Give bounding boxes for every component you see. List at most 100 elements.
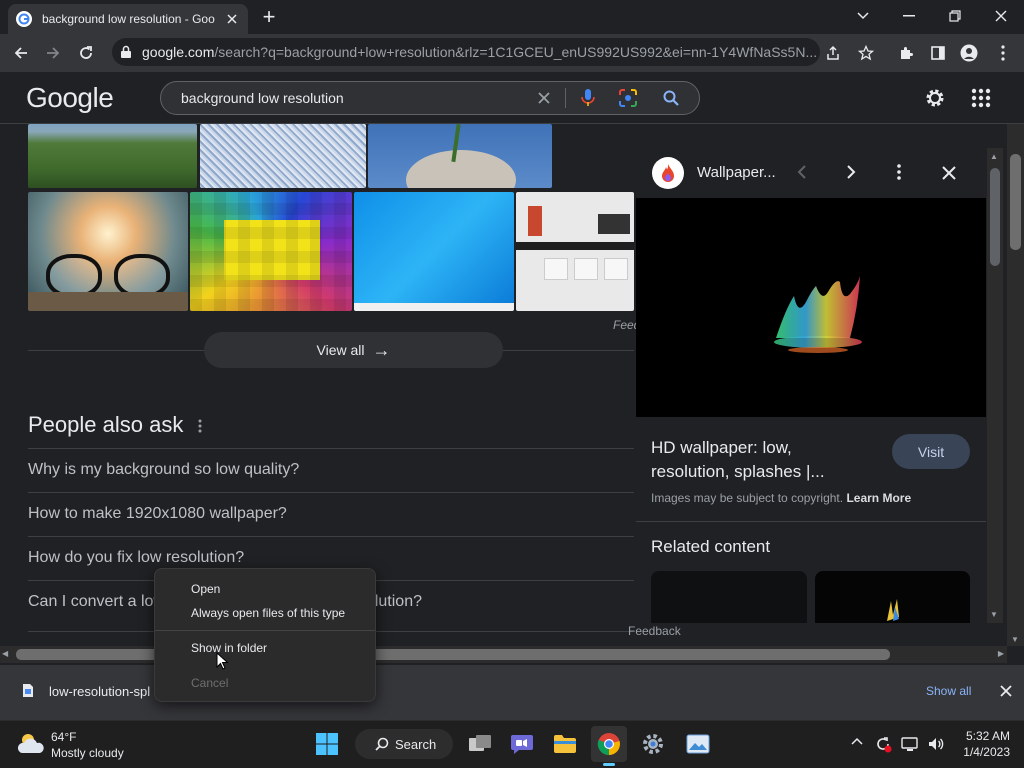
paa-question[interactable]: Why is my background so low quality? [28, 461, 299, 479]
tab-search-chevron-icon[interactable] [850, 6, 876, 26]
share-icon[interactable] [822, 42, 844, 64]
side-panel-icon[interactable] [927, 42, 949, 64]
clear-search-icon[interactable] [536, 90, 552, 106]
forward-arrow-icon[interactable] [42, 42, 64, 64]
preview-title[interactable]: HD wallpaper: low, resolution, splashes … [651, 436, 825, 484]
taskbar-clock[interactable]: 5:32 AM 1/4/2023 [958, 729, 1010, 759]
sync-status-icon[interactable] [874, 735, 892, 753]
panel-scrollbar[interactable]: ▲ ▼ [987, 148, 1003, 623]
browser-tab[interactable]: background low resolution - Goo [8, 4, 248, 34]
photos-app-icon[interactable] [680, 726, 716, 762]
panel-more-options-icon[interactable] [896, 164, 904, 180]
extensions-puzzle-icon[interactable] [895, 42, 917, 64]
minimize-button[interactable] [896, 6, 922, 26]
search-input[interactable]: background low resolution [181, 90, 344, 106]
mouse-cursor-icon [216, 652, 230, 672]
clock-date: 1/4/2023 [963, 745, 1010, 759]
close-download-bar-icon[interactable] [1000, 685, 1012, 697]
previous-chevron-icon[interactable] [797, 164, 811, 180]
weather-cloud-icon[interactable] [16, 731, 46, 757]
active-app-indicator [603, 763, 615, 766]
page-scroll-thumb[interactable] [1010, 154, 1021, 250]
next-chevron-icon[interactable] [846, 164, 860, 180]
learn-more-link[interactable]: Learn More [846, 491, 911, 505]
show-hidden-icons-chevron-icon[interactable] [851, 737, 865, 751]
taskbar-search-label: Search [395, 736, 437, 752]
url-text: google.com/search?q=background+low+resol… [142, 44, 817, 60]
search-submit-icon[interactable] [662, 89, 680, 107]
scroll-left-arrow-icon[interactable]: ◀ [2, 649, 8, 658]
context-cancel[interactable]: Cancel [191, 676, 228, 690]
copyright-notice: Images may be subject to copyright. Lear… [651, 491, 911, 505]
related-thumbnail[interactable] [815, 571, 970, 623]
file-icon [22, 683, 36, 700]
image-result-dining-room[interactable] [516, 192, 634, 311]
volume-speaker-icon[interactable] [927, 735, 945, 753]
image-result-sprout[interactable] [368, 124, 552, 188]
context-divider [155, 630, 375, 631]
network-display-icon[interactable] [901, 735, 919, 753]
horizontal-scroll-thumb[interactable] [16, 649, 890, 660]
panel-feedback-link[interactable]: Feedback [628, 624, 681, 638]
google-lens-icon[interactable] [619, 89, 637, 107]
paa-divider [28, 536, 634, 537]
reload-icon[interactable] [75, 42, 97, 64]
tab-close-icon[interactable] [224, 11, 240, 27]
restore-button[interactable] [942, 6, 968, 26]
scroll-right-arrow-icon[interactable]: ▶ [998, 649, 1004, 658]
preview-image[interactable] [636, 198, 986, 417]
google-apps-grid-icon[interactable] [971, 88, 991, 108]
address-bar[interactable]: google.com/search?q=background+low+resol… [112, 38, 820, 66]
page-horizontal-scrollbar[interactable]: ◀ ▶ [0, 646, 1007, 663]
window-close-button[interactable] [988, 6, 1014, 26]
paa-divider [28, 492, 634, 493]
download-filename[interactable]: low-resolution-spl [49, 684, 150, 699]
image-result-blue-polygon[interactable] [354, 192, 514, 311]
settings-gear-icon[interactable] [923, 86, 947, 110]
search-icon [375, 737, 389, 751]
search-divider [565, 88, 566, 108]
image-result-meadow[interactable] [28, 124, 197, 188]
lock-icon[interactable] [120, 45, 134, 59]
related-thumbnail[interactable] [651, 571, 807, 623]
weather-temperature[interactable]: 64°F [51, 730, 76, 744]
context-open[interactable]: Open [191, 582, 220, 596]
teams-chat-icon[interactable] [504, 726, 540, 762]
chrome-taskbar-icon[interactable] [591, 726, 627, 762]
people-also-ask-more-icon[interactable] [196, 418, 204, 434]
view-all-button[interactable]: View all → [204, 332, 503, 368]
file-explorer-folder-icon[interactable] [547, 726, 583, 762]
view-all-label: View all [316, 342, 365, 358]
image-result-glasses[interactable] [28, 192, 188, 311]
source-favicon-flame-icon [652, 157, 684, 189]
scroll-down-arrow-icon[interactable]: ▼ [1011, 635, 1019, 644]
url-host: google.com [142, 44, 215, 60]
start-windows-icon[interactable] [309, 726, 345, 762]
task-view-icon[interactable] [462, 726, 498, 762]
panel-close-icon[interactable] [941, 165, 957, 181]
paa-question[interactable]: How to make 1920x1080 wallpaper? [28, 505, 287, 523]
new-tab-button[interactable]: + [258, 4, 280, 29]
back-arrow-icon[interactable] [10, 42, 32, 64]
people-also-ask-heading: People also ask [28, 412, 184, 437]
page-vertical-scrollbar[interactable]: ▼ [1007, 124, 1024, 646]
visit-button[interactable]: Visit [892, 434, 970, 469]
source-name[interactable]: Wallpaper... [697, 164, 776, 181]
clock-time: 5:32 AM [965, 729, 1010, 743]
image-result-pixelated[interactable] [190, 192, 352, 311]
context-always-open[interactable]: Always open files of this type [191, 606, 345, 620]
paa-question[interactable]: How do you fix low resolution? [28, 549, 244, 567]
profile-avatar-icon[interactable] [958, 42, 980, 64]
scroll-up-arrow-icon[interactable]: ▲ [990, 152, 998, 161]
image-result-noise-blue[interactable] [200, 124, 366, 188]
show-all-downloads-link[interactable]: Show all [926, 684, 971, 698]
scroll-down-arrow-icon[interactable]: ▼ [990, 610, 998, 619]
chrome-menu-kebab-icon[interactable] [992, 42, 1014, 64]
panel-scroll-thumb[interactable] [990, 168, 1000, 266]
weather-condition[interactable]: Mostly cloudy [51, 746, 124, 760]
taskbar-search-button[interactable]: Search [355, 729, 453, 759]
bookmark-star-icon[interactable] [855, 42, 877, 64]
settings-gear-taskbar-icon[interactable] [635, 726, 671, 762]
voice-search-mic-icon[interactable] [580, 88, 596, 108]
google-logo[interactable]: Google [26, 82, 114, 114]
